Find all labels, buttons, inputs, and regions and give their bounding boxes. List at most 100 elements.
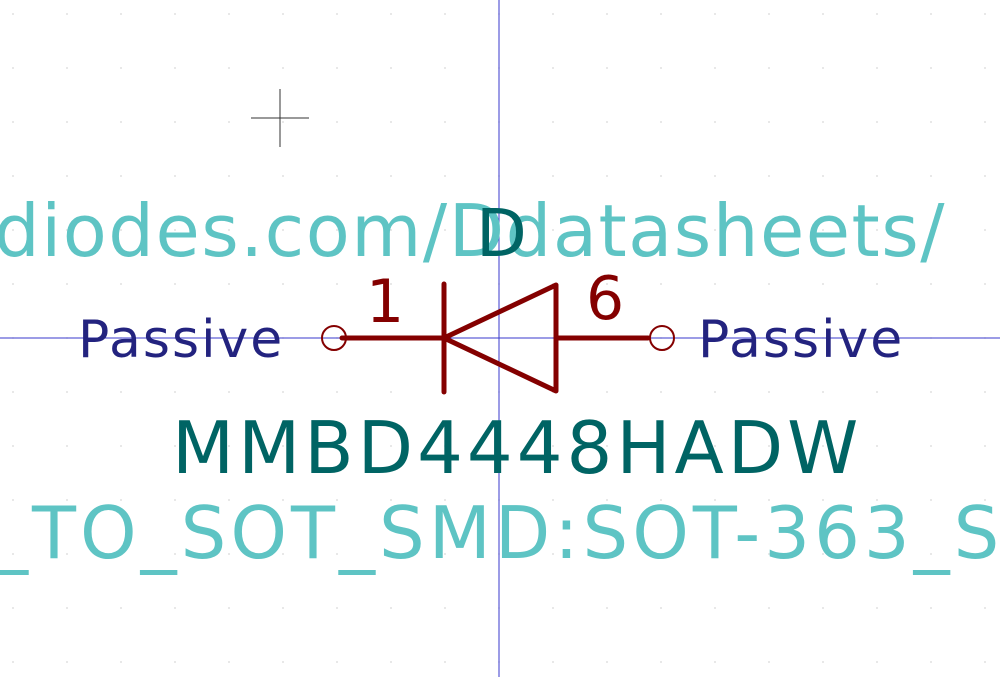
grid-dot bbox=[390, 67, 392, 69]
grid-dot bbox=[714, 13, 716, 15]
grid-dot bbox=[336, 121, 338, 123]
grid-dot bbox=[66, 121, 68, 123]
grid-dot bbox=[282, 661, 284, 663]
grid-dot bbox=[876, 13, 878, 15]
grid-dot bbox=[876, 391, 878, 393]
grid-dot bbox=[282, 13, 284, 15]
grid-dot bbox=[660, 67, 662, 69]
grid-dot bbox=[876, 445, 878, 447]
grid-dot bbox=[660, 607, 662, 609]
grid-dot bbox=[12, 13, 14, 15]
grid-dot bbox=[930, 67, 932, 69]
grid-dot bbox=[822, 67, 824, 69]
grid-dot bbox=[390, 121, 392, 123]
grid-dot bbox=[336, 661, 338, 663]
grid-dot bbox=[282, 607, 284, 609]
grid-dot bbox=[66, 13, 68, 15]
grid-dot bbox=[876, 661, 878, 663]
grid-dot bbox=[768, 175, 770, 177]
grid-dot bbox=[930, 121, 932, 123]
grid-dot bbox=[552, 175, 554, 177]
grid-dot bbox=[228, 391, 230, 393]
grid-dot bbox=[336, 283, 338, 285]
grid-dot bbox=[66, 283, 68, 285]
grid-dot bbox=[12, 283, 14, 285]
grid-dot bbox=[984, 391, 986, 393]
schematic-symbol-editor-canvas[interactable]: diodes.com/Ddatasheets/ _TO_SOT_SMD:SOT-… bbox=[0, 0, 1000, 677]
grid-dot bbox=[714, 607, 716, 609]
grid-dot bbox=[930, 445, 932, 447]
grid-dot bbox=[174, 661, 176, 663]
grid-dot bbox=[444, 67, 446, 69]
grid-dot bbox=[606, 175, 608, 177]
grid-dot bbox=[822, 391, 824, 393]
grid-dot bbox=[660, 121, 662, 123]
grid-dot bbox=[66, 607, 68, 609]
grid-dot bbox=[444, 13, 446, 15]
grid-dot bbox=[336, 67, 338, 69]
grid-dot bbox=[930, 283, 932, 285]
grid-dot bbox=[12, 175, 14, 177]
reference-designator[interactable]: D bbox=[476, 195, 527, 272]
grid-dot bbox=[174, 607, 176, 609]
grid-dot bbox=[174, 391, 176, 393]
grid-dot bbox=[768, 391, 770, 393]
grid-dot bbox=[390, 661, 392, 663]
grid-dot bbox=[822, 175, 824, 177]
grid-dot bbox=[984, 283, 986, 285]
grid-dot bbox=[768, 13, 770, 15]
pin-1-number: 1 bbox=[366, 267, 404, 337]
grid-dot bbox=[228, 283, 230, 285]
grid-dot bbox=[822, 121, 824, 123]
grid-dot bbox=[12, 445, 14, 447]
grid-dot bbox=[660, 175, 662, 177]
grid-dot bbox=[606, 121, 608, 123]
grid-dot bbox=[174, 283, 176, 285]
grid-dot bbox=[444, 661, 446, 663]
grid-dot bbox=[228, 607, 230, 609]
grid-dot bbox=[984, 175, 986, 177]
grid-dot bbox=[822, 607, 824, 609]
grid-dot bbox=[714, 175, 716, 177]
grid-dot bbox=[930, 661, 932, 663]
symbol-drawing: diodes.com/Ddatasheets/ _TO_SOT_SMD:SOT-… bbox=[0, 0, 1000, 677]
grid-dot bbox=[714, 391, 716, 393]
grid-dot bbox=[660, 391, 662, 393]
grid-dot bbox=[606, 13, 608, 15]
grid-dot bbox=[930, 175, 932, 177]
datasheet-field-text[interactable]: diodes.com/Ddatasheets/ bbox=[0, 189, 946, 273]
grid-dot bbox=[66, 67, 68, 69]
grid-dot bbox=[984, 67, 986, 69]
cursor-crosshair bbox=[251, 89, 309, 147]
grid-dot bbox=[12, 391, 14, 393]
grid-dot bbox=[930, 13, 932, 15]
grid-dot bbox=[390, 391, 392, 393]
grid-dot bbox=[120, 661, 122, 663]
grid-dot bbox=[552, 607, 554, 609]
grid-dot bbox=[120, 175, 122, 177]
grid-dot bbox=[120, 13, 122, 15]
grid-dot bbox=[336, 391, 338, 393]
grid-dot bbox=[984, 13, 986, 15]
grid-dot bbox=[714, 661, 716, 663]
value-field-text[interactable]: MMBD4448HADW bbox=[172, 406, 862, 490]
grid-dot bbox=[120, 391, 122, 393]
grid-dot bbox=[12, 67, 14, 69]
grid-dot bbox=[120, 283, 122, 285]
grid-dot bbox=[552, 13, 554, 15]
grid-dot bbox=[228, 67, 230, 69]
grid-dot bbox=[390, 175, 392, 177]
grid-dot bbox=[12, 121, 14, 123]
grid-dot bbox=[120, 607, 122, 609]
grid-dot bbox=[282, 121, 284, 123]
grid-dot bbox=[714, 283, 716, 285]
grid-dot bbox=[768, 283, 770, 285]
grid-dot bbox=[660, 283, 662, 285]
grid-dot bbox=[282, 391, 284, 393]
grid-dot bbox=[768, 661, 770, 663]
grid-dot bbox=[228, 175, 230, 177]
grid-dot bbox=[822, 661, 824, 663]
footprint-field-text[interactable]: _TO_SOT_SMD:SOT-363_S bbox=[0, 491, 1000, 575]
grid-dot bbox=[984, 445, 986, 447]
grid-dot bbox=[174, 121, 176, 123]
